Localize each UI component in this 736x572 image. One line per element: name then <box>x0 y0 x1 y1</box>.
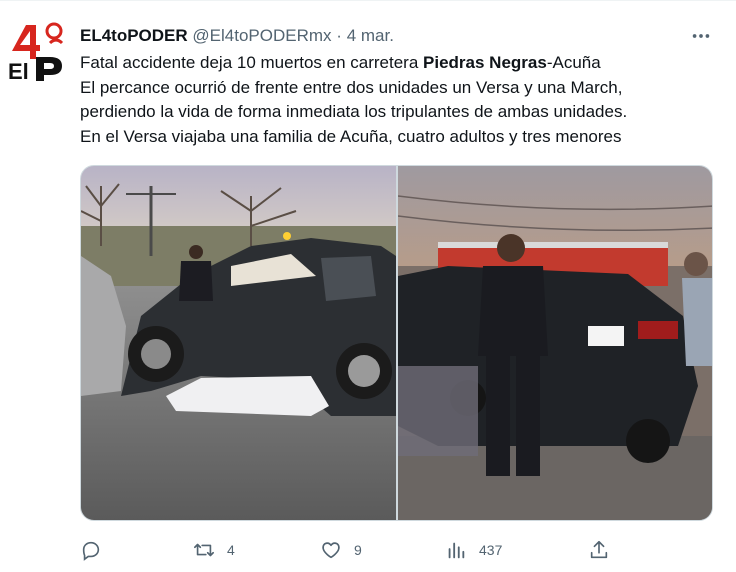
reply-button[interactable] <box>80 537 114 563</box>
more-options-icon[interactable] <box>690 25 712 47</box>
tweet-header: EL4toPODER @El4toPODERmx · 4 mar. <box>80 25 394 47</box>
author-handle[interactable]: @El4toPODERmx <box>192 26 331 45</box>
tweet-text: Fatal accidente deja 10 muertos en carre… <box>80 51 720 149</box>
retweet-icon <box>194 543 214 557</box>
media-image-2[interactable] <box>398 166 712 520</box>
views-button[interactable]: 437 <box>445 537 502 563</box>
author-name[interactable]: EL4toPODER <box>80 26 188 45</box>
retweet-count: 4 <box>227 542 235 558</box>
tweet-text-line-2: El percance ocurrió de frente entre dos … <box>80 77 623 97</box>
like-count: 9 <box>354 542 362 558</box>
tweet-date[interactable]: 4 mar. <box>347 26 394 45</box>
tweet-text-line-3: perdiendo la vida de forma inmediata los… <box>80 102 628 121</box>
views-chart-icon <box>448 542 465 559</box>
action-bar: 4 9 437 <box>80 537 720 563</box>
reply-icon <box>82 541 100 561</box>
media-image-1[interactable] <box>81 166 396 520</box>
heart-icon <box>322 542 340 559</box>
hashtag-bold: Piedras Negras <box>423 53 547 72</box>
share-icon <box>590 540 608 559</box>
separator-dot: · <box>336 26 342 45</box>
like-button[interactable]: 9 <box>320 537 362 563</box>
tweet-text-line-1: Fatal accidente deja 10 muertos en carre… <box>80 53 601 72</box>
el4topoder-logo-icon[interactable]: El <box>6 21 66 81</box>
views-count: 437 <box>479 542 503 558</box>
retweet-button[interactable]: 4 <box>193 537 235 563</box>
svg-text:El: El <box>8 59 29 81</box>
tweet[interactable]: El EL4toPODER @El4toPODERmx · 4 mar. Fat… <box>0 0 736 572</box>
tweet-media <box>80 165 713 521</box>
share-button[interactable] <box>588 537 610 563</box>
tweet-text-line-4: En el Versa viajaba una familia de Acuña… <box>80 126 622 146</box>
